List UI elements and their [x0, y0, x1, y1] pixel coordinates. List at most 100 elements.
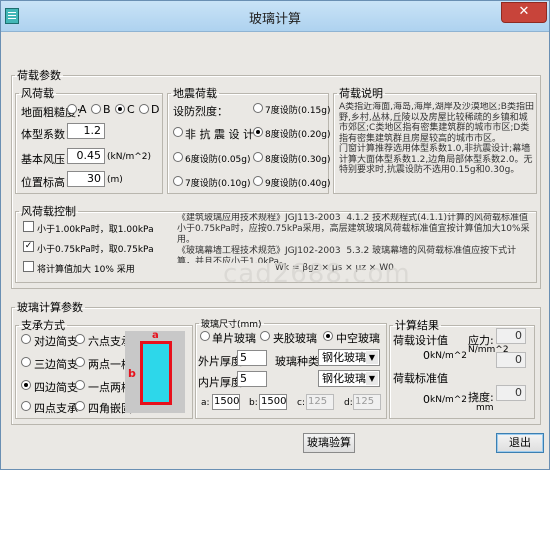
intensity-8-030-label: 8度设防(0.30g): [265, 155, 331, 165]
standard-load-unit: kN/m^2: [430, 395, 468, 405]
shape-coefficient-input[interactable]: 1.2: [67, 123, 105, 139]
standard-load-value: 0: [423, 393, 430, 406]
non-seismic-radio[interactable]: [173, 127, 183, 137]
load-parameters-legend: 荷载参数: [17, 69, 61, 82]
roughness-c-radio[interactable]: [115, 104, 125, 114]
non-seismic-label: 非 抗 震 设 计: [185, 128, 254, 141]
support-opposite-radio[interactable]: [21, 334, 31, 344]
dimension-a-label: a:: [201, 398, 210, 408]
support-four-point-label: 四点支承: [34, 402, 78, 415]
load-note-text: A类指近海面,海岛,海岸,湖岸及沙漠地区;B类指田野,乡村,丛林,丘陵以及房屋比…: [339, 102, 534, 175]
intensity-7-015-label: 7度设防(0.15g): [265, 106, 331, 116]
inner-glass-kind-select[interactable]: 钢化玻璃 ▼: [318, 370, 380, 387]
intensity-9-label: 9度设防(0.40g): [265, 179, 331, 189]
laminated-glass-label: 夹胶玻璃: [273, 332, 317, 345]
load-note-legend: 荷载说明: [339, 87, 383, 100]
increase-10-label: 将计算值加大 10% 采用: [37, 265, 135, 275]
stress-value-2: 0: [496, 352, 526, 368]
intensity-8-020-radio[interactable]: [253, 127, 263, 137]
title-bar: 玻璃计算 ✕: [1, 1, 549, 32]
close-button[interactable]: ✕: [501, 2, 547, 23]
intensity-8-020-label: 8度设防(0.20g): [265, 130, 331, 140]
glass-panel-diagram: [140, 341, 172, 405]
inner-glass-kind-value: 钢化玻璃: [322, 372, 366, 385]
roughness-a-radio[interactable]: [67, 104, 77, 114]
min-100-label: 小于1.00kPa时，取1.00kPa: [37, 225, 154, 235]
dimension-d-input[interactable]: 125: [353, 394, 381, 410]
support-method-legend: 支承方式: [21, 319, 65, 332]
elevation-unit: (m): [107, 175, 123, 185]
seismic-load-legend: 地震荷载: [173, 87, 217, 100]
calculation-result-legend: 计算结果: [395, 319, 439, 332]
single-glass-label: 单片玻璃: [212, 332, 256, 345]
design-load-label: 荷载设计值: [393, 334, 448, 347]
base-wind-pressure-input[interactable]: 0.45: [67, 148, 105, 164]
outer-thickness-input[interactable]: 5: [237, 350, 267, 366]
support-six-point-radio[interactable]: [75, 334, 85, 344]
support-four-point-radio[interactable]: [21, 401, 31, 411]
elevation-input[interactable]: 30: [67, 171, 105, 187]
code-reference-text: 《建筑玻璃应用技术规程》JGJ113-2003 4.1.2 技术规程式(4.1.…: [177, 213, 530, 263]
support-one-point-slots-radio[interactable]: [75, 380, 85, 390]
roughness-d-radio[interactable]: [139, 104, 149, 114]
outer-glass-kind-select[interactable]: 钢化玻璃 ▼: [318, 349, 380, 366]
glass-calculation-window: 玻璃计算 ✕ 荷载参数 风荷载 地面粗糙度： A B C D 体型系数： 1.2…: [0, 0, 550, 470]
deflection-unit: mm: [476, 403, 494, 413]
wind-load-control-legend: 风荷载控制: [21, 205, 76, 218]
glass-size-legend: 玻璃尺寸(mm): [201, 320, 262, 330]
dimension-c-input[interactable]: 125: [306, 394, 334, 410]
glass-check-button[interactable]: 玻璃验算: [303, 433, 355, 453]
support-corner-fixed-radio[interactable]: [75, 401, 85, 411]
support-three-side-label: 三边简支: [34, 358, 78, 371]
intensity-7-010-radio[interactable]: [173, 176, 183, 186]
laminated-glass-radio[interactable]: [260, 331, 270, 341]
chevron-down-icon: ▼: [366, 351, 378, 364]
stress-value-1: 0: [496, 328, 526, 344]
dimension-a-input[interactable]: 1500: [212, 394, 240, 410]
dimension-c-label: c:: [297, 398, 305, 408]
window-title: 玻璃计算: [248, 12, 301, 27]
dimension-b-label: b:: [249, 398, 258, 408]
min-100-checkbox[interactable]: [23, 221, 34, 232]
support-four-side-label: 四边简支: [34, 381, 78, 394]
single-glass-radio[interactable]: [200, 331, 210, 341]
intensity-6-radio[interactable]: [173, 152, 183, 162]
standard-load-label: 荷载标准值: [393, 372, 448, 385]
support-four-side-radio[interactable]: [21, 380, 31, 390]
support-diagram: a b: [125, 330, 185, 413]
roughness-b-radio[interactable]: [91, 104, 101, 114]
dimension-d-label: d:: [344, 398, 353, 408]
roughness-c-label: C: [127, 103, 135, 116]
insulated-glass-label: 中空玻璃: [336, 332, 380, 345]
roughness-b-label: B: [103, 103, 111, 116]
roughness-d-label: D: [151, 103, 160, 116]
intensity-9-radio[interactable]: [253, 176, 263, 186]
chevron-down-icon: ▼: [366, 372, 378, 385]
outer-glass-kind-value: 钢化玻璃: [322, 351, 366, 364]
glass-kind-label: 玻璃种类:: [275, 355, 323, 368]
intensity-7-015-radio[interactable]: [253, 103, 263, 113]
min-075-label: 小于0.75kPa时，取0.75kPa: [37, 245, 154, 255]
diagram-a-label: a: [152, 330, 159, 341]
design-load-value: 0: [423, 349, 430, 362]
roughness-label: 地面粗糙度：: [21, 106, 87, 119]
inner-thickness-input[interactable]: 5: [237, 371, 267, 387]
deflection-value: 0: [496, 385, 526, 401]
increase-10-checkbox[interactable]: [23, 261, 34, 272]
exit-button[interactable]: 退出: [496, 433, 544, 453]
design-load-unit: kN/m^2: [430, 351, 468, 361]
base-wind-pressure-unit: (kN/m^2): [107, 152, 152, 162]
intensity-6-label: 6度设防(0.05g): [185, 155, 251, 165]
min-075-checkbox[interactable]: ✓: [23, 241, 34, 252]
intensity-label: 设防烈度：: [173, 105, 228, 118]
glass-parameters-legend: 玻璃计算参数: [17, 301, 83, 314]
dimension-b-input[interactable]: 1500: [259, 394, 287, 410]
support-two-point-slot-radio[interactable]: [75, 357, 85, 367]
roughness-a-label: A: [79, 103, 87, 116]
watermark-text: cad2688.com: [223, 259, 411, 289]
diagram-b-label: b: [128, 367, 136, 380]
insulated-glass-radio[interactable]: [323, 331, 333, 341]
intensity-7-010-label: 7度设防(0.10g): [185, 179, 251, 189]
intensity-8-030-radio[interactable]: [253, 152, 263, 162]
support-three-side-radio[interactable]: [21, 357, 31, 367]
